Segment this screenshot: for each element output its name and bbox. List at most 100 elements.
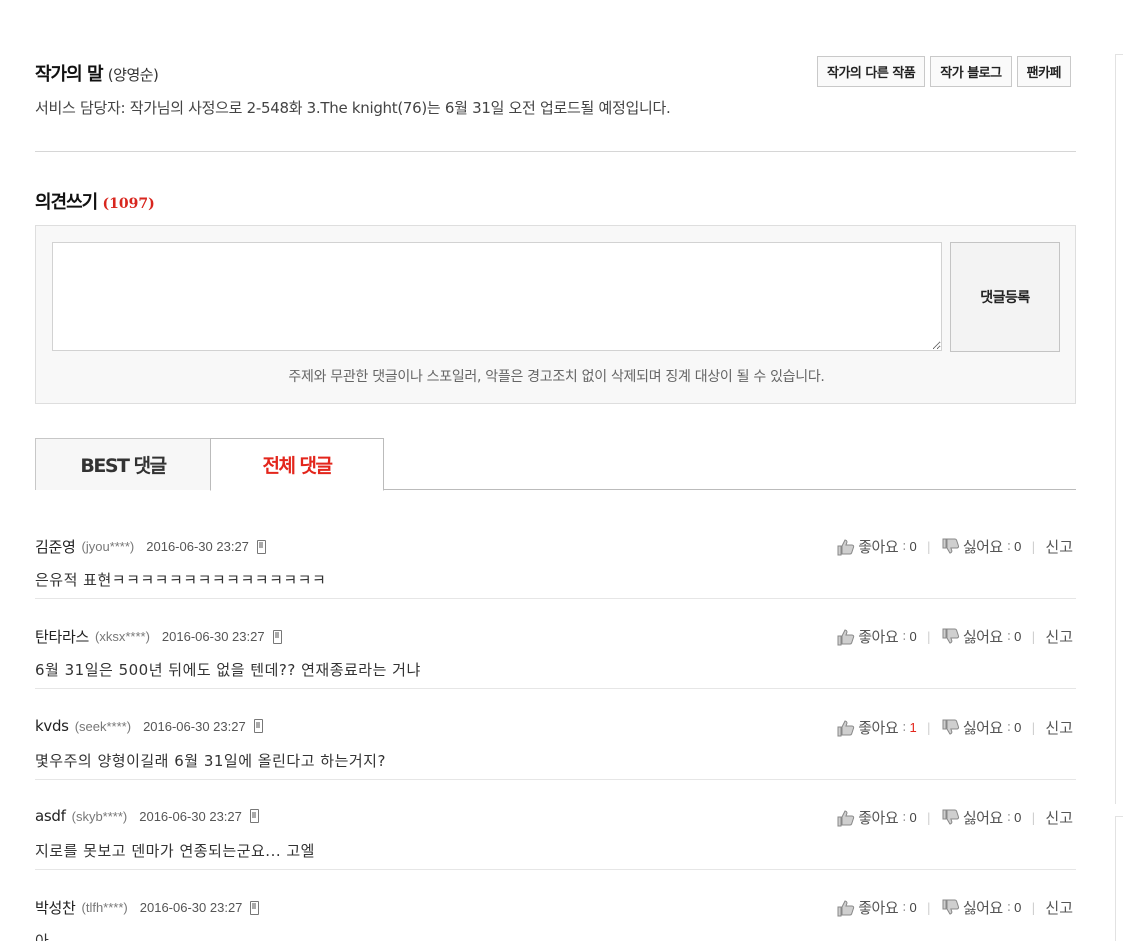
thumbs-up-icon[interactable] (836, 809, 856, 827)
comment-date: 2016-06-30 23:27 (139, 900, 243, 915)
dislike-label[interactable]: 싫어요 (963, 897, 1003, 918)
author-note-title: 작가의 말 (양영순) (35, 60, 159, 86)
dislike-label[interactable]: 싫어요 (963, 626, 1003, 647)
like-label[interactable]: 좋아요 (858, 807, 898, 828)
dislike-colon: : (1006, 629, 1012, 644)
report-button[interactable]: 신고 (1045, 807, 1073, 828)
report-button[interactable]: 신고 (1045, 717, 1073, 738)
action-separator: | (926, 629, 931, 644)
like-count: 1 (909, 720, 917, 735)
thumbs-down-icon[interactable] (941, 809, 961, 827)
action-separator: | (1031, 900, 1036, 915)
comment-actions: 좋아요 : 0 | 싫어요 : 0 | 신고 (836, 897, 1073, 918)
thumbs-down-icon[interactable] (941, 628, 961, 646)
action-separator: | (1031, 539, 1036, 554)
like-count: 0 (909, 539, 917, 554)
thumbs-down-icon[interactable] (941, 719, 961, 737)
comment-item: 김준영 (jyou****) 2016-06-30 23:27 은유적 표현ㅋㅋ… (35, 509, 1076, 599)
comment-author-nick: 탄타라스 (35, 628, 90, 646)
comment-meta: kvds (seek****) 2016-06-30 23:27 (35, 717, 263, 735)
like-label[interactable]: 좋아요 (858, 626, 898, 647)
comment-policy-warning: 주제와 무관한 댓글이나 스포일러, 악플은 경고조치 없이 삭제되며 징계 대… (288, 369, 825, 385)
report-button[interactable]: 신고 (1045, 626, 1073, 647)
thumbs-up-icon[interactable] (836, 899, 856, 917)
mobile-phone-icon (256, 539, 266, 554)
comment-author-id: (seek****) (74, 718, 132, 734)
comment-submit-button[interactable]: 댓글등록 (950, 242, 1060, 352)
tab-all-comments[interactable]: 전체 댓글 (210, 438, 384, 491)
dislike-colon: : (1006, 720, 1012, 735)
right-side-panel-edge (1115, 54, 1123, 804)
dislike-colon: : (1006, 900, 1012, 915)
comment-actions: 좋아요 : 0 | 싫어요 : 0 | 신고 (836, 536, 1073, 557)
action-separator: | (1031, 810, 1036, 825)
author-link-buttons: 작가의 다른 작품 작가 블로그 팬카페 (817, 56, 1071, 87)
author-note-header: 작가의 말 (양영순) 작가의 다른 작품 작가 블로그 팬카페 (35, 56, 1076, 88)
like-label[interactable]: 좋아요 (858, 536, 898, 557)
right-side-panel-edge-lower (1115, 816, 1123, 941)
comment-author-nick: kvds (35, 717, 69, 735)
comment-meta: asdf (skyb****) 2016-06-30 23:27 (35, 807, 259, 825)
comment-date: 2016-06-30 23:27 (146, 539, 249, 554)
comment-item: asdf (skyb****) 2016-06-30 23:27 지로를 못보고… (35, 780, 1076, 870)
dislike-label[interactable]: 싫어요 (963, 717, 1003, 738)
fan-cafe-button[interactable]: 팬카페 (1016, 56, 1071, 87)
like-colon: : (902, 720, 907, 735)
comment-write-label: 의견쓰기 (35, 192, 98, 213)
like-label[interactable]: 좋아요 (858, 897, 898, 918)
mobile-phone-icon (272, 629, 282, 644)
comment-meta: 탄타라스 (xksx****) 2016-06-30 23:27 (35, 626, 282, 647)
dislike-count: 0 (1014, 720, 1022, 735)
dislike-colon: : (1006, 539, 1012, 554)
comment-count: (1097) (102, 196, 155, 212)
action-separator: | (926, 900, 931, 915)
comment-text: 몇우주의 양형이길래 6월 31일에 올린다고 하는거지? (35, 752, 386, 770)
comment-write-title: 의견쓰기 (1097) (35, 188, 155, 214)
action-separator: | (1031, 720, 1036, 735)
report-button[interactable]: 신고 (1045, 897, 1073, 918)
author-blog-button[interactable]: 작가 블로그 (930, 56, 1012, 87)
dislike-count: 0 (1014, 810, 1022, 825)
thumbs-up-icon[interactable] (836, 538, 856, 556)
comment-text: 지로를 못보고 덴마가 연종되는군요... 고엘 (35, 842, 315, 860)
author-other-works-button[interactable]: 작가의 다른 작품 (817, 56, 926, 87)
comment-item: kvds (seek****) 2016-06-30 23:27 몇우주의 양형… (35, 690, 1076, 780)
comment-write-box: 댓글등록 주제와 무관한 댓글이나 스포일러, 악플은 경고조치 없이 삭제되며… (35, 225, 1076, 404)
comment-text: 은유적 표현ㅋㅋㅋㅋㅋㅋㅋㅋㅋㅋㅋㅋㅋㅋㅋ (35, 571, 327, 589)
tab-best-comments[interactable]: BEST 댓글 (35, 438, 211, 490)
comment-input[interactable] (52, 242, 942, 351)
mobile-phone-icon (253, 719, 263, 733)
comment-author-nick: asdf (35, 807, 66, 825)
comment-tabs: BEST 댓글 전체 댓글 (35, 438, 1076, 491)
comment-date: 2016-06-30 23:27 (143, 718, 246, 734)
author-note-label: 작가의 말 (35, 64, 104, 85)
comment-date: 2016-06-30 23:27 (161, 629, 265, 644)
comment-author-nick: 김준영 (35, 538, 76, 556)
comment-text: 6월 31일은 500년 뒤에도 없을 텐데?? 연재종료라는 거냐 (35, 661, 421, 679)
mobile-phone-icon (250, 900, 260, 915)
report-button[interactable]: 신고 (1045, 536, 1073, 557)
action-separator: | (1031, 629, 1036, 644)
action-separator: | (926, 810, 931, 825)
like-count: 0 (909, 629, 917, 644)
comment-actions: 좋아요 : 1 | 싫어요 : 0 | 신고 (836, 717, 1073, 738)
dislike-count: 0 (1014, 900, 1022, 915)
thumbs-up-icon[interactable] (836, 719, 856, 737)
action-separator: | (926, 720, 931, 735)
thumbs-down-icon[interactable] (941, 899, 961, 917)
like-colon: : (902, 539, 907, 554)
comment-item: 탄타라스 (xksx****) 2016-06-30 23:27 6월 31일은… (35, 599, 1076, 689)
dislike-count: 0 (1014, 629, 1022, 644)
thumbs-down-icon[interactable] (941, 538, 961, 556)
dislike-label[interactable]: 싫어요 (963, 807, 1003, 828)
like-label[interactable]: 좋아요 (858, 717, 898, 738)
mobile-phone-icon (249, 809, 259, 823)
dislike-label[interactable]: 싫어요 (963, 536, 1003, 557)
comment-text: 아.... (35, 932, 71, 941)
like-colon: : (902, 900, 907, 915)
thumbs-up-icon[interactable] (836, 628, 856, 646)
dislike-count: 0 (1014, 539, 1022, 554)
comment-actions: 좋아요 : 0 | 싫어요 : 0 | 신고 (836, 807, 1073, 828)
comment-date: 2016-06-30 23:27 (139, 808, 242, 824)
like-colon: : (902, 810, 907, 825)
